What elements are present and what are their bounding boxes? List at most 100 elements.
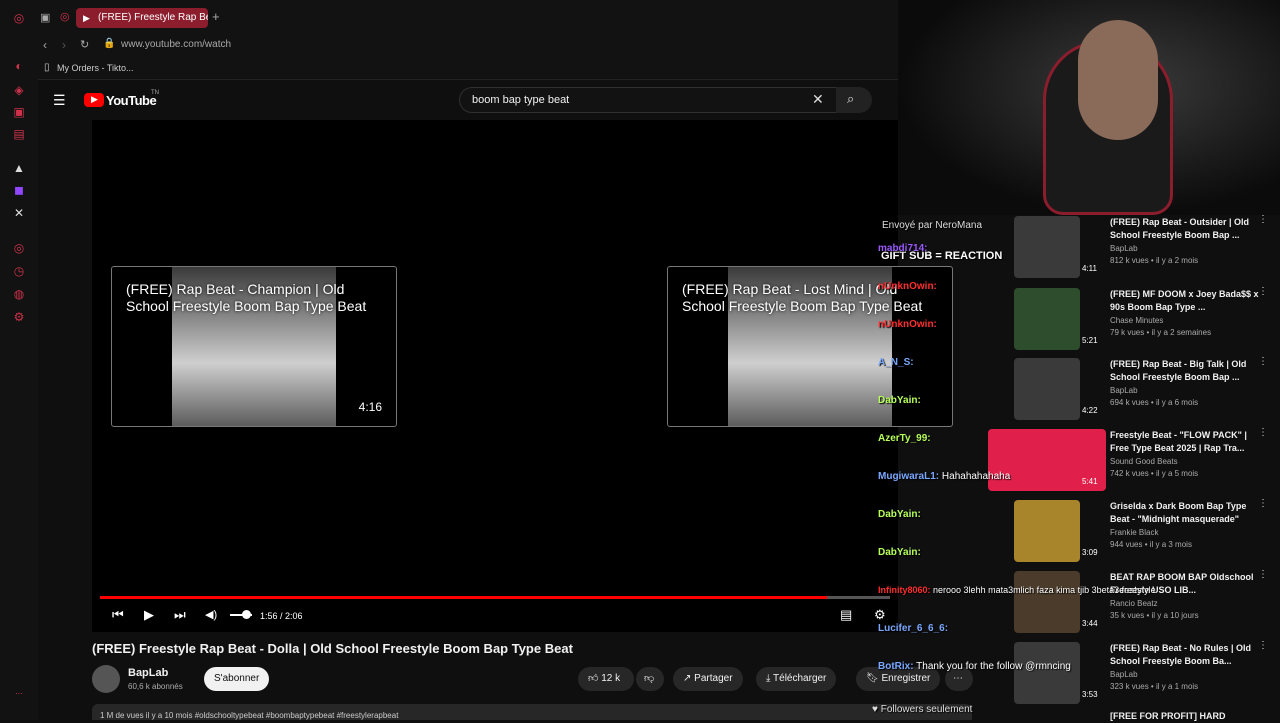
search-input[interactable]: boom bap type beat ✕ xyxy=(459,87,839,113)
like-icon: 👍︎ xyxy=(588,673,599,684)
tab-group-icon[interactable]: ◎ xyxy=(60,10,70,23)
sidebar-app-icon[interactable]: ◎ xyxy=(11,240,27,256)
volume-icon[interactable]: ◀) xyxy=(205,608,217,622)
play-icon[interactable]: ▶ xyxy=(144,608,154,622)
chat-username: DabYain: xyxy=(878,547,921,558)
more-icon[interactable]: ⋯ xyxy=(11,686,27,702)
back-icon[interactable]: ‹ xyxy=(43,38,47,52)
recommended-video[interactable]: 3:53 (FREE) Rap Beat - No Rules | Old Sc… xyxy=(988,638,1280,706)
video-thumbnail xyxy=(1014,571,1080,633)
menu-icon[interactable]: ☰ xyxy=(53,92,66,109)
video-thumbnail xyxy=(1014,642,1080,704)
chat-username: DabYain: xyxy=(878,395,921,406)
download-icon: ⤓ xyxy=(766,673,771,684)
tab-overview-icon[interactable]: ▣ xyxy=(40,11,50,24)
bookmark-item[interactable]: My Orders - Tikto... xyxy=(57,63,134,73)
chat-footer-text: Followers seulement xyxy=(880,704,973,715)
kebab-menu-icon[interactable]: ⋮ xyxy=(1258,356,1268,367)
chat-text: Hahahahahaha xyxy=(941,471,1011,482)
recommended-video[interactable]: 3:09 Griselda x Dark Boom Bap Type Beat … xyxy=(988,496,1280,564)
reload-icon[interactable]: ↻ xyxy=(80,38,89,51)
x-icon[interactable]: ✕ xyxy=(11,205,27,221)
kebab-menu-icon[interactable]: ⋮ xyxy=(1258,214,1268,225)
search-button[interactable]: ⌕ xyxy=(836,87,872,113)
video-title: (FREE) Freestyle Rap Beat - Dolla | Old … xyxy=(92,641,573,656)
recommended-video[interactable]: 4:11 (FREE) Rap Beat - Outsider | Old Sc… xyxy=(988,212,1280,280)
chat-message: BotRix: Thank you for the follow @rmncin… xyxy=(878,661,1071,672)
description-text: 1 M de vues il y a 10 mois #oldschooltyp… xyxy=(100,711,399,720)
volume-slider-knob[interactable] xyxy=(242,610,251,619)
video-title: Freestyle Beat - "FLOW PACK" | Free Type… xyxy=(1110,430,1247,453)
history-icon[interactable]: ◷ xyxy=(11,263,27,279)
like-count: 12 k xyxy=(601,673,621,684)
channel-avatar[interactable] xyxy=(92,665,120,693)
endscreen-duration: 4:16 xyxy=(358,400,382,414)
youtube-logo-icon[interactable]: ▶ xyxy=(84,93,104,107)
recommended-video[interactable]: [FREE FOR PROFIT] HARD xyxy=(988,708,1280,721)
video-duration: 4:22 xyxy=(1082,406,1098,415)
sidebar-app-icon[interactable]: ◍ xyxy=(11,286,27,302)
chat-username: Lucifer_6_6_6: xyxy=(878,623,949,634)
share-button[interactable]: ↗ Partager xyxy=(673,667,743,691)
new-tab-button[interactable]: + xyxy=(212,9,220,24)
clear-search-icon[interactable]: ✕ xyxy=(812,91,824,108)
dislike-button[interactable]: 👎︎ xyxy=(636,667,664,691)
next-icon[interactable]: ⏭ xyxy=(174,608,186,622)
video-duration: 5:41 xyxy=(1082,477,1098,486)
twitch-icon[interactable]: ◼ xyxy=(11,182,27,198)
video-thumbnail xyxy=(1014,500,1080,562)
kebab-menu-icon[interactable]: ⋮ xyxy=(1258,640,1268,651)
subscribe-button[interactable]: S'abonner xyxy=(204,667,270,691)
video-title: [FREE FOR PROFIT] HARD xyxy=(1110,711,1226,721)
kebab-menu-icon[interactable]: ⋮ xyxy=(1258,286,1268,297)
settings-gear-icon[interactable]: ⚙ xyxy=(874,608,886,622)
chat-username: AzerTy_99: xyxy=(878,433,931,444)
tab-active[interactable]: ▶ (FREE) Freestyle Rap Beat xyxy=(76,8,208,28)
sidebar-app-icon[interactable]: ▲ xyxy=(11,160,27,176)
subtitles-icon[interactable]: ▤ xyxy=(840,608,852,622)
search-input-value: boom bap type beat xyxy=(472,94,570,106)
like-button[interactable]: 👍︎ 12 k xyxy=(578,667,634,691)
url-field[interactable]: www.youtube.com/watch xyxy=(121,39,231,50)
chat-message: Infinity8060: nerooo 3lehh mata3mlich fa… xyxy=(878,585,1156,595)
chat-username: nUnknOwin: xyxy=(878,281,937,292)
chat-message: nUnknOwin: xyxy=(878,281,937,292)
chat-username: A_N_S: xyxy=(878,357,914,368)
channel-name: Frankie Black xyxy=(1110,528,1159,537)
recommended-video[interactable]: 5:41 Freestyle Beat - "FLOW PACK" | Free… xyxy=(988,425,1280,493)
sidebar-app-icon[interactable]: ▣ xyxy=(11,104,27,120)
video-title: (FREE) Rap Beat - Big Talk | Old School … xyxy=(1110,359,1247,382)
opera-logo-icon[interactable]: ◎ xyxy=(11,10,27,26)
description-box[interactable]: 1 M de vues il y a 10 mois #oldschooltyp… xyxy=(92,704,972,720)
video-title: (FREE) Rap Beat - Outsider | Old School … xyxy=(1110,217,1250,240)
video-thumbnail xyxy=(1014,288,1080,350)
video-thumbnail xyxy=(1014,216,1080,278)
sidebar-app-icon[interactable]: ▤ xyxy=(11,126,27,142)
browser-sidebar: ◎ ◐ ◈ ▣ ▤ ▲ ◼ ✕ ◎ ◷ ◍ ⚙ ⋯ xyxy=(0,0,38,720)
previous-icon[interactable]: ⏮ xyxy=(112,608,124,622)
endscreen-card[interactable]: (FREE) Rap Beat - Champion | Old School … xyxy=(111,266,397,427)
search-icon: ⌕ xyxy=(847,91,855,106)
chat-alert: Envoyé par NeroMana xyxy=(882,220,983,231)
sidebar-app-icon[interactable]: ◐ xyxy=(11,58,27,74)
settings-icon[interactable]: ⚙ xyxy=(11,309,27,325)
channel-name[interactable]: BapLab xyxy=(128,667,168,679)
sidebar-app-icon[interactable]: ◈ xyxy=(11,82,27,98)
chat-username: mabdi714: xyxy=(878,243,928,254)
video-duration: 3:09 xyxy=(1082,548,1098,557)
forward-icon[interactable]: › xyxy=(62,38,66,52)
dislike-icon: 👎︎ xyxy=(644,673,655,684)
recommended-video[interactable]: 3:44 BEAT RAP BOOM BAP Oldschool Freesty… xyxy=(988,567,1280,635)
recommended-video[interactable]: 5:21 (FREE) MF DOOM x Joey Bada$$ x 90s … xyxy=(988,284,1280,352)
download-button[interactable]: ⤓ Télécharger xyxy=(756,667,837,691)
youtube-logo-text[interactable]: YouTube xyxy=(106,93,157,108)
recommended-video[interactable]: 4:22 (FREE) Rap Beat - Big Talk | Old Sc… xyxy=(988,354,1280,422)
kebab-menu-icon[interactable]: ⋮ xyxy=(1258,498,1268,509)
kebab-menu-icon[interactable]: ⋮ xyxy=(1258,427,1268,438)
video-title: (FREE) MF DOOM x Joey Bada$$ x 90s Boom … xyxy=(1110,289,1259,312)
save-label: Enregistrer xyxy=(881,673,931,684)
channel-name: Sound Good Beats xyxy=(1110,457,1178,466)
video-duration: 5:21 xyxy=(1082,336,1098,345)
chat-username: Infinity8060: xyxy=(878,585,931,595)
kebab-menu-icon[interactable]: ⋮ xyxy=(1258,569,1268,580)
